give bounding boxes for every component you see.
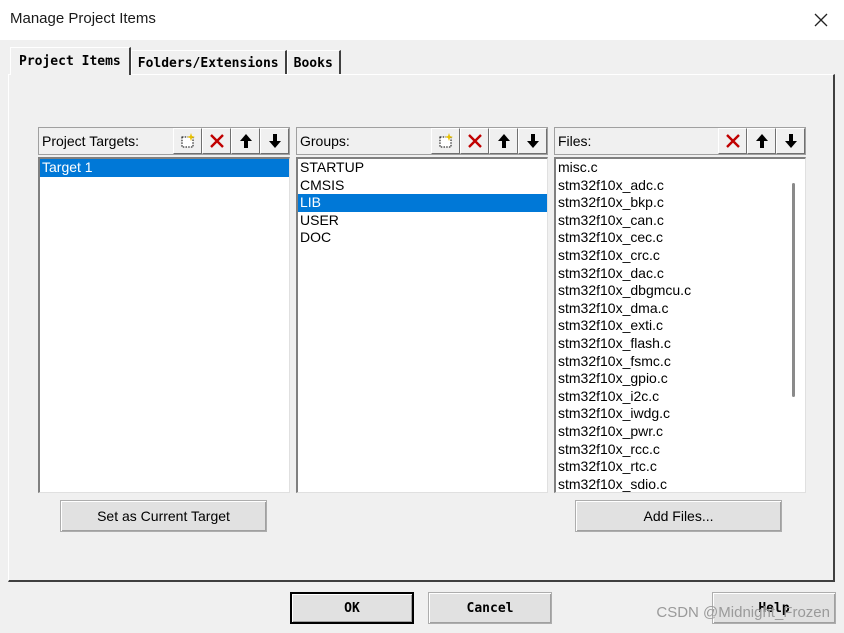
list-item-file[interactable]: stm32f10x_adc.c (556, 177, 805, 195)
arrow-up-icon (755, 134, 768, 148)
title-bar: Manage Project Items (0, 0, 844, 40)
list-item-file[interactable]: stm32f10x_crc.c (556, 247, 805, 265)
tab-folders-extensions[interactable]: Folders/Extensions (130, 50, 287, 75)
tab-label: Project Items (19, 54, 121, 69)
move-file-up-button[interactable] (747, 128, 776, 154)
targets-header: Project Targets: (38, 127, 290, 155)
set-current-target-label: Set as Current Target (97, 508, 230, 524)
ok-label: OK (344, 600, 360, 616)
arrow-up-icon (239, 134, 252, 148)
list-item-file[interactable]: stm32f10x_i2c.c (556, 388, 805, 406)
arrow-up-icon (497, 134, 510, 148)
list-item-file[interactable]: stm32f10x_dac.c (556, 265, 805, 283)
groups-list[interactable]: STARTUP CMSIS LIB USER DOC (296, 157, 548, 493)
arrow-down-icon (268, 134, 281, 148)
files-list[interactable]: misc.c stm32f10x_adc.c stm32f10x_bkp.c s… (554, 157, 806, 493)
arrow-down-icon (526, 134, 539, 148)
list-item-file[interactable]: stm32f10x_exti.c (556, 317, 805, 335)
targets-list[interactable]: Target 1 (38, 157, 290, 493)
move-target-up-button[interactable] (231, 128, 260, 154)
list-item-file[interactable]: stm32f10x_pwr.c (556, 423, 805, 441)
list-item-file[interactable]: stm32f10x_flash.c (556, 335, 805, 353)
delete-target-button[interactable] (202, 128, 231, 154)
delete-file-button[interactable] (718, 128, 747, 154)
tab-label: Folders/Extensions (137, 55, 279, 71)
list-item-file[interactable]: stm32f10x_iwdg.c (556, 405, 805, 423)
ok-button[interactable]: OK (290, 592, 414, 624)
groups-header: Groups: (296, 127, 548, 155)
watermark: CSDN @Midnight_Frozen (656, 604, 830, 621)
list-item-file[interactable]: stm32f10x_bkp.c (556, 194, 805, 212)
add-files-label: Add Files... (643, 508, 714, 524)
tab-books[interactable]: Books (286, 50, 341, 75)
new-item-icon (439, 133, 453, 148)
add-files-button[interactable]: Add Files... (575, 500, 782, 532)
new-group-button[interactable] (431, 128, 460, 154)
list-item-file[interactable]: misc.c (556, 159, 805, 177)
tab-project-items[interactable]: Project Items (10, 47, 131, 75)
cancel-label: Cancel (466, 600, 514, 616)
move-target-down-button[interactable] (260, 128, 289, 154)
delete-icon (725, 134, 740, 148)
delete-group-button[interactable] (460, 128, 489, 154)
new-target-button[interactable] (173, 128, 202, 154)
move-group-down-button[interactable] (518, 128, 547, 154)
list-item-file[interactable]: stm32f10x_rcc.c (556, 441, 805, 459)
list-item-target[interactable]: Target 1 (40, 159, 289, 177)
close-button[interactable] (798, 0, 844, 40)
list-item-file[interactable]: stm32f10x_sdio.c (556, 476, 805, 492)
list-item-file[interactable]: stm32f10x_fsmc.c (556, 353, 805, 371)
move-group-up-button[interactable] (489, 128, 518, 154)
list-item-file[interactable]: stm32f10x_can.c (556, 212, 805, 230)
delete-icon (467, 134, 482, 148)
list-item-group[interactable]: USER (298, 212, 547, 230)
window-title: Manage Project Items (10, 10, 156, 27)
list-item-group[interactable]: STARTUP (298, 159, 547, 177)
list-item-group[interactable]: DOC (298, 229, 547, 247)
list-item-file[interactable]: stm32f10x_gpio.c (556, 370, 805, 388)
files-header: Files: (554, 127, 806, 155)
arrow-down-icon (784, 134, 797, 148)
new-item-icon (181, 133, 195, 148)
list-item-file[interactable]: stm32f10x_dma.c (556, 300, 805, 318)
delete-icon (209, 134, 224, 148)
targets-header-label: Project Targets: (42, 133, 140, 149)
set-current-target-button[interactable]: Set as Current Target (60, 500, 267, 532)
tab-label: Books (293, 55, 333, 71)
files-scrollbar[interactable] (792, 183, 795, 397)
move-file-down-button[interactable] (776, 128, 805, 154)
list-item-file[interactable]: stm32f10x_rtc.c (556, 458, 805, 476)
groups-header-label: Groups: (300, 133, 350, 149)
close-icon (814, 13, 828, 27)
list-item-file[interactable]: stm32f10x_dbgmcu.c (556, 282, 805, 300)
files-header-label: Files: (558, 133, 592, 149)
list-item-group[interactable]: LIB (298, 194, 547, 212)
tab-strip: Project Items Folders/Extensions Books (10, 47, 341, 75)
list-item-file[interactable]: stm32f10x_cec.c (556, 229, 805, 247)
list-item-group[interactable]: CMSIS (298, 177, 547, 195)
cancel-button[interactable]: Cancel (428, 592, 552, 624)
